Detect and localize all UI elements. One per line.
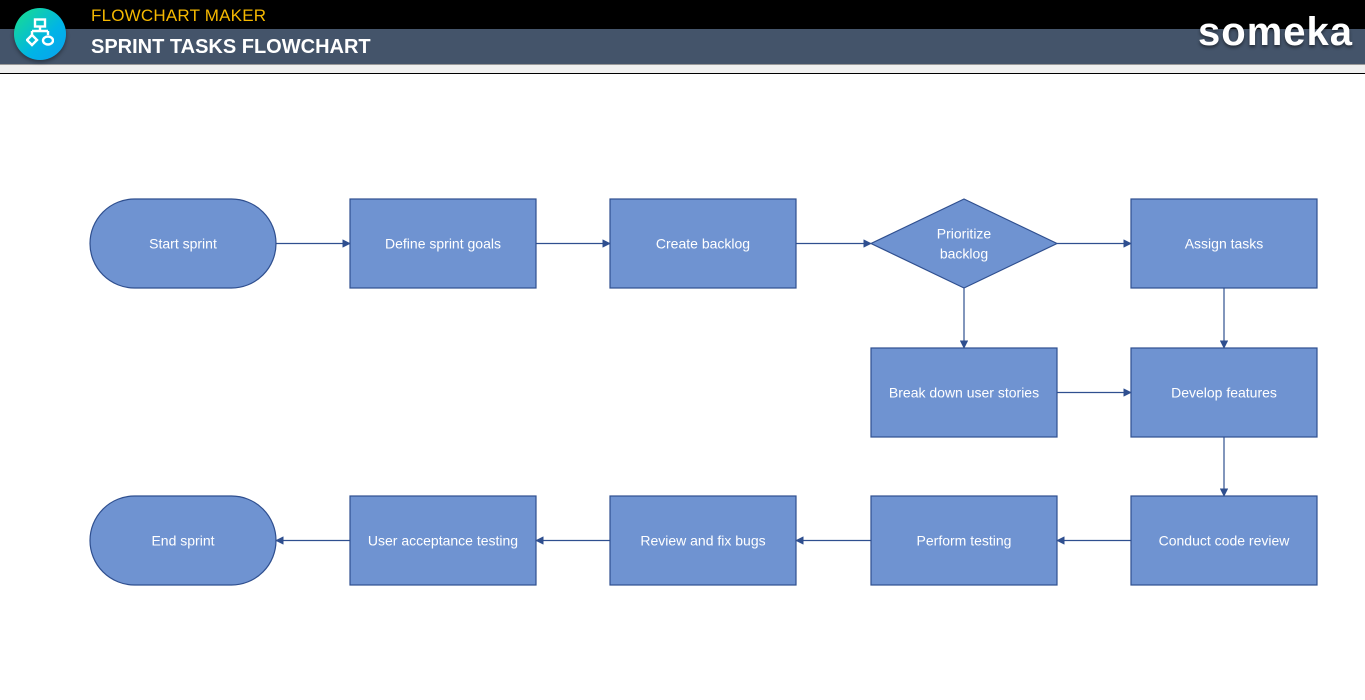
app-logo xyxy=(14,8,66,60)
flow-node-end[interactable]: End sprint xyxy=(89,495,277,586)
node-label: Break down user stories xyxy=(889,385,1039,401)
page-title: SPRINT TASKS FLOWCHART xyxy=(91,36,371,58)
flow-node-breakdown[interactable]: Break down user stories xyxy=(870,347,1058,438)
flow-node-codereview[interactable]: Conduct code review xyxy=(1130,495,1318,586)
flow-node-testing[interactable]: Perform testing xyxy=(870,495,1058,586)
flow-node-backlog[interactable]: Create backlog xyxy=(609,198,797,289)
flowchart-icon xyxy=(26,18,54,47)
flowchart-canvas: Start sprint Define sprint goals Create ba… xyxy=(89,198,1318,586)
decision-shape[interactable] xyxy=(869,198,1059,289)
node-label: Perform testing xyxy=(917,533,1012,549)
node-label: Create backlog xyxy=(656,236,750,252)
app-title: FLOWCHART MAKER xyxy=(91,6,267,25)
node-label: Assign tasks xyxy=(1185,236,1264,252)
flow-node-assign[interactable]: Assign tasks xyxy=(1130,198,1318,289)
node-label: Conduct code review xyxy=(1159,533,1291,549)
node-label: Start sprint xyxy=(149,236,217,252)
brand-logo[interactable]: someka xyxy=(1198,6,1353,58)
node-label: Define sprint goals xyxy=(385,236,501,252)
flow-node-develop[interactable]: Develop features xyxy=(1130,347,1318,438)
node-label: End sprint xyxy=(151,533,214,549)
flow-node-goals[interactable]: Define sprint goals xyxy=(349,198,537,289)
node-label: Review and fix bugs xyxy=(640,533,765,549)
node-label: Develop features xyxy=(1171,385,1277,401)
flow-node-bugs[interactable]: Review and fix bugs xyxy=(609,495,797,586)
flow-node-prioritize[interactable]: Prioritize backlog xyxy=(869,198,1059,289)
flow-node-uat[interactable]: User acceptance testing xyxy=(349,495,537,586)
node-label: User acceptance testing xyxy=(368,533,518,549)
flow-node-start[interactable]: Start sprint xyxy=(89,198,277,289)
